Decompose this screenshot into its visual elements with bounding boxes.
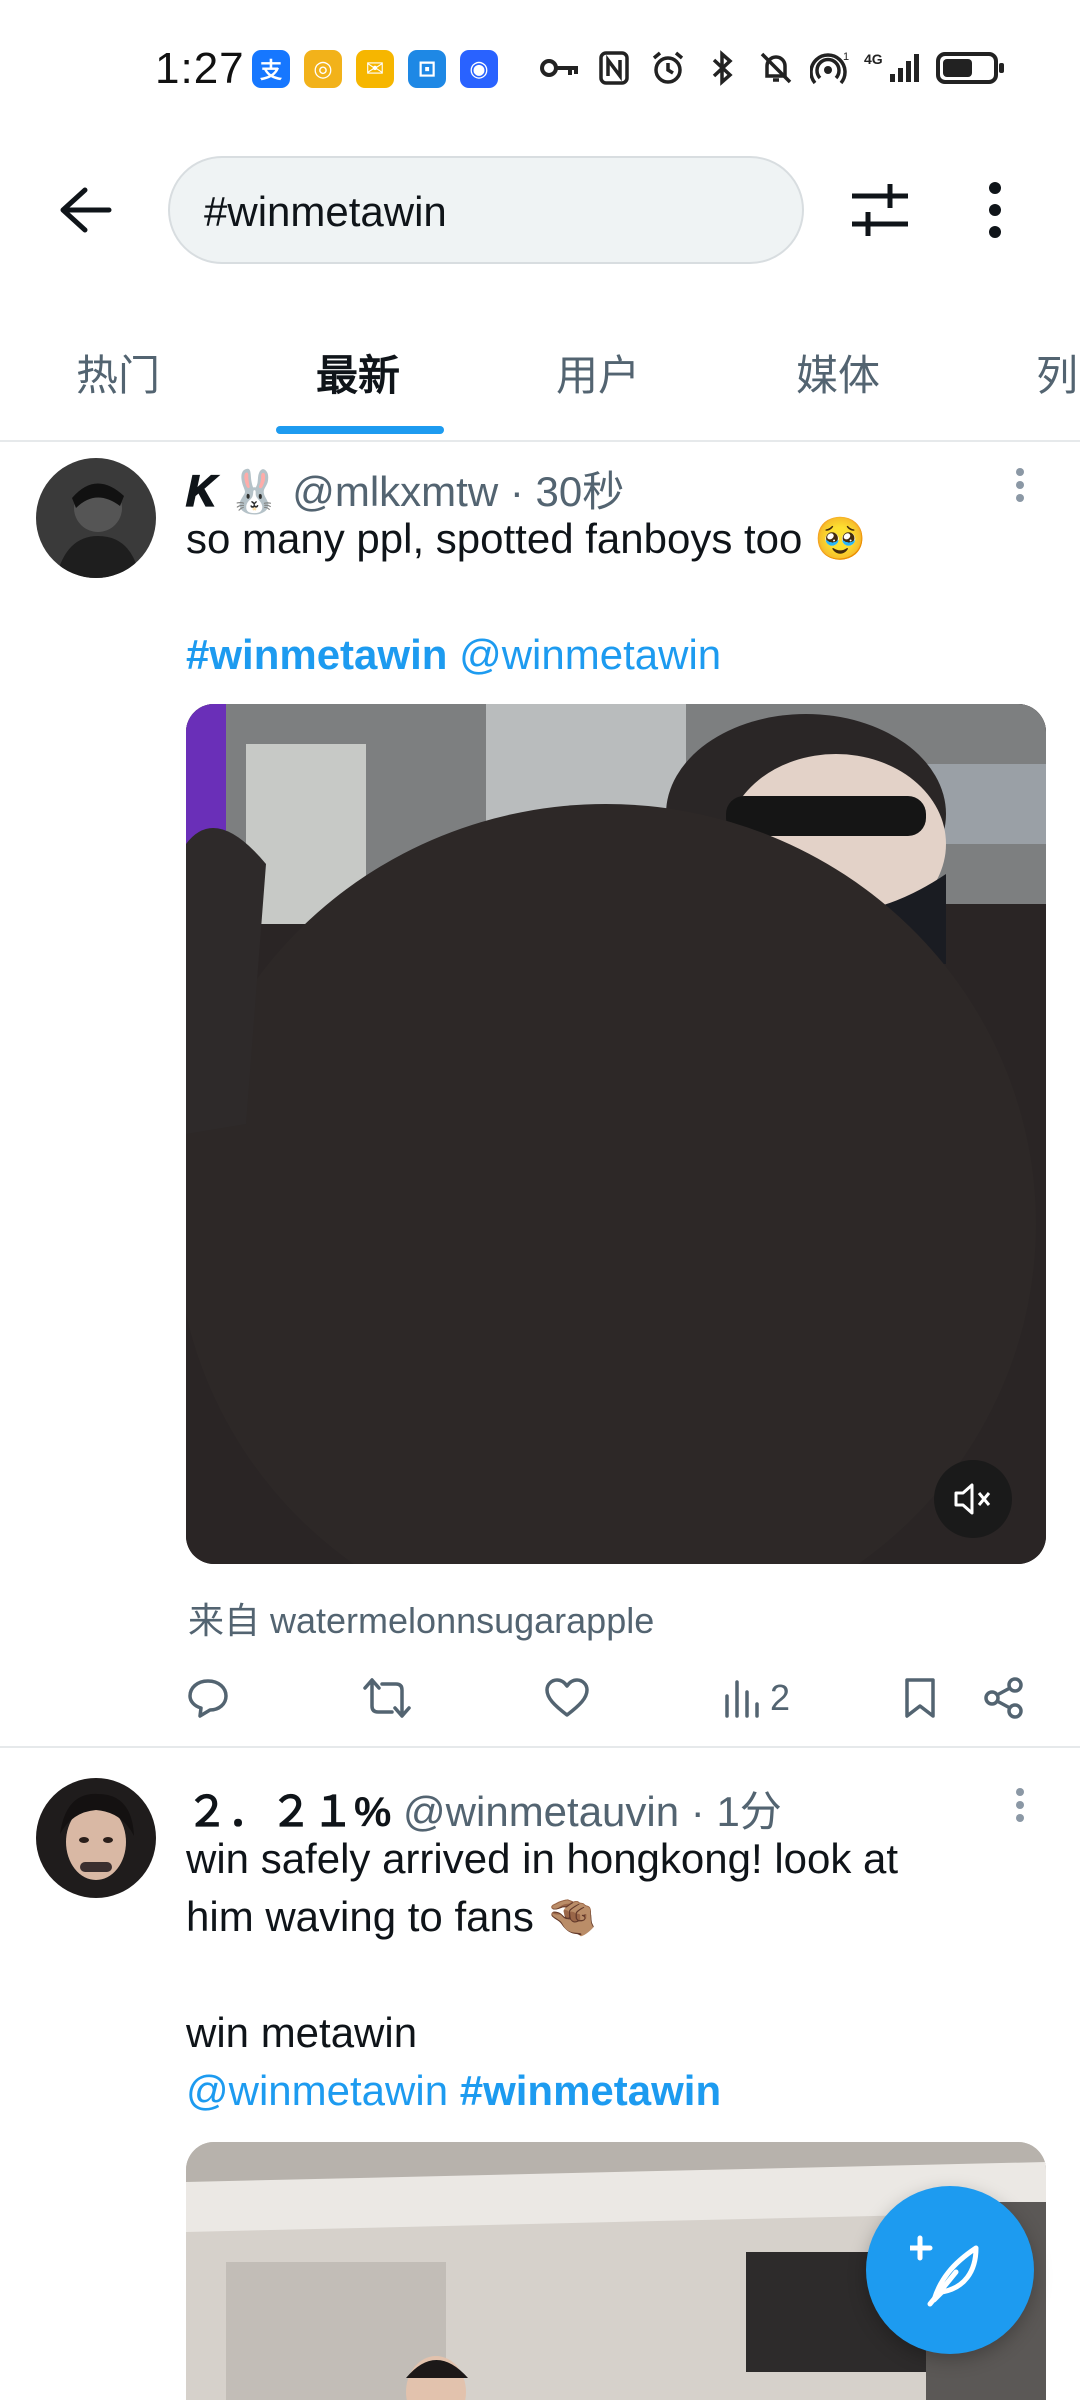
compose-feather-icon bbox=[910, 2235, 979, 2307]
tab-people[interactable]: 用户 bbox=[556, 342, 640, 403]
mail-app-icon: ✉ bbox=[356, 50, 394, 88]
search-filter-button[interactable] bbox=[850, 180, 930, 240]
vertical-dots-icon bbox=[989, 182, 1001, 238]
bluetooth-icon bbox=[702, 48, 742, 88]
retweet-icon bbox=[363, 1678, 411, 1718]
mention-link[interactable]: @winmetawin bbox=[459, 631, 721, 678]
shopping-bag-icon: ⊡ bbox=[408, 50, 446, 88]
share-icon bbox=[984, 1677, 1023, 1719]
video-frame bbox=[186, 704, 1046, 1564]
game-app-icon: ◎ bbox=[304, 50, 342, 88]
nfc-icon bbox=[594, 48, 634, 88]
alarm-icon bbox=[648, 48, 688, 88]
battery-icon bbox=[936, 52, 1004, 84]
mention-link[interactable]: @winmetawin bbox=[186, 2067, 448, 2114]
mute-toggle-button[interactable] bbox=[934, 1460, 1012, 1538]
display-name[interactable]: 𝑲 🐰 bbox=[186, 468, 281, 515]
sliders-icon bbox=[852, 184, 908, 236]
cell-signal-icon: 4G bbox=[864, 48, 922, 88]
back-button[interactable] bbox=[45, 180, 125, 240]
key-icon bbox=[540, 48, 580, 88]
hashtag-link[interactable]: #winmetawin bbox=[186, 631, 447, 678]
status-time: 1:27 bbox=[155, 44, 245, 93]
analytics-icon bbox=[725, 1680, 759, 1718]
tab-latest[interactable]: 最新 bbox=[316, 342, 400, 403]
tweet-actions: 2 bbox=[186, 1668, 1026, 1728]
views-button[interactable]: 2 bbox=[722, 1668, 790, 1728]
reply-icon bbox=[188, 1679, 228, 1718]
alipay-icon: 支 bbox=[252, 50, 290, 88]
bookmark-button[interactable] bbox=[902, 1668, 938, 1728]
reply-button[interactable] bbox=[186, 1668, 230, 1728]
speaker-muted-icon bbox=[954, 1483, 991, 1515]
hashtag-link[interactable]: #winmetawin bbox=[460, 2067, 721, 2114]
share-button[interactable] bbox=[982, 1668, 1026, 1728]
tab-lists[interactable]: 列 bbox=[1036, 342, 1078, 403]
active-tab-indicator bbox=[276, 426, 444, 434]
compose-tweet-button[interactable] bbox=[866, 2186, 1034, 2354]
tab-top[interactable]: 热门 bbox=[76, 342, 160, 403]
tweet-text: so many ppl, spotted fanboys too 🥹 #winm… bbox=[186, 510, 866, 684]
heart-icon bbox=[545, 1678, 589, 1717]
source-attribution[interactable]: 来自 watermelonnsugarapple bbox=[188, 1592, 654, 1644]
mute-bell-icon bbox=[756, 48, 796, 88]
tweet-more-button[interactable] bbox=[1010, 1782, 1030, 1832]
search-header: #winmetawin bbox=[0, 150, 1080, 270]
signal-superscript: 1 bbox=[843, 51, 849, 63]
tweet-text: win safely arrived in hongkong! look at … bbox=[186, 1830, 898, 2120]
retweet-button[interactable] bbox=[362, 1668, 412, 1728]
shield-app-icon: ◉ bbox=[460, 50, 498, 88]
separator-dot: · bbox=[509, 468, 524, 515]
search-tabs: 热门 最新 用户 媒体 列 bbox=[0, 300, 1080, 442]
vertical-dots-icon bbox=[1016, 468, 1024, 502]
status-app-icons: 支 ◎ ✉ ⊡ ◉ bbox=[252, 50, 498, 88]
tweet-text-line: win metawin bbox=[186, 2009, 418, 2056]
tweet-text-line: win safely arrived in hongkong! look at bbox=[186, 1835, 899, 1882]
vertical-dots-icon bbox=[1016, 1788, 1024, 1822]
user-handle[interactable]: @winmetauvin bbox=[403, 1788, 679, 1835]
tweet-text-line: so many ppl, spotted fanboys too 🥹 bbox=[186, 515, 867, 562]
avatar[interactable] bbox=[36, 458, 156, 578]
search-input[interactable]: #winmetawin bbox=[168, 156, 804, 264]
tweet-text-line: him waving to fans 🤏🏽 bbox=[186, 1893, 598, 1940]
network-type: 4G bbox=[864, 51, 883, 67]
separator-dot: · bbox=[690, 1788, 705, 1835]
views-count: 2 bbox=[770, 1677, 791, 1718]
tweet-more-button[interactable] bbox=[1010, 462, 1030, 512]
more-options-button[interactable] bbox=[985, 180, 1035, 240]
battery-level bbox=[943, 59, 972, 77]
status-indicators: 1 4G bbox=[540, 48, 1004, 88]
user-handle[interactable]: @mlkxmtw bbox=[292, 468, 498, 515]
tweet-card[interactable]: 𝑲 🐰 @mlkxmtw · 30秒 so many ppl, spotted … bbox=[0, 440, 1080, 1746]
tweet-video[interactable] bbox=[186, 704, 1046, 1564]
avatar[interactable] bbox=[36, 1778, 156, 1898]
tab-media[interactable]: 媒体 bbox=[796, 342, 880, 403]
tweet-time: 30秒 bbox=[535, 468, 625, 515]
search-query: #winmetawin bbox=[204, 188, 447, 235]
bookmark-icon bbox=[905, 1678, 935, 1718]
display-name[interactable]: ２．２１% bbox=[186, 1788, 391, 1835]
tweet-time: 1分 bbox=[716, 1788, 782, 1835]
back-arrow-icon bbox=[60, 187, 112, 233]
hotspot-icon: 1 bbox=[810, 48, 850, 88]
like-button[interactable] bbox=[544, 1668, 590, 1728]
status-bar: 1:27 支 ◎ ✉ ⊡ ◉ 1 4G bbox=[0, 0, 1080, 140]
